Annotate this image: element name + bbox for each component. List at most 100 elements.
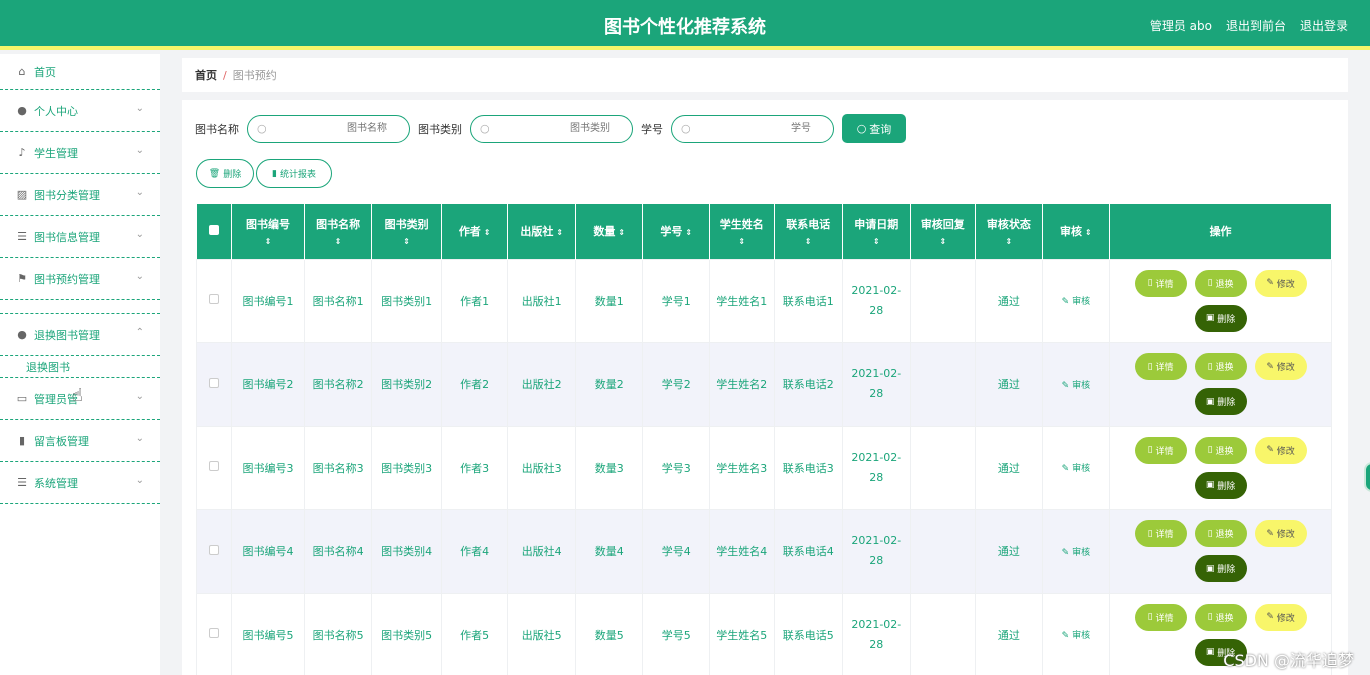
return-button[interactable]: ▯ 退换 (1194, 436, 1247, 464)
table-cell: 图书名称5 (303, 592, 373, 675)
delete-row-button[interactable]: ▣ 删除 (1194, 388, 1247, 416)
student-id-field[interactable]: ○ (671, 114, 834, 143)
audit-cell[interactable]: ✎ 审核 (1041, 258, 1111, 343)
col-header[interactable]: 审核回复 ⇕ (910, 204, 977, 259)
audit-cell[interactable]: ✎ 审核 (1041, 425, 1111, 510)
row-select-cell[interactable] (195, 592, 233, 675)
book-name-input[interactable] (248, 115, 409, 142)
select-all-header[interactable] (196, 204, 233, 259)
sort-icon[interactable]: ⇕ (685, 228, 692, 237)
row-select-cell[interactable] (195, 425, 233, 510)
sort-icon[interactable]: ⇕ (484, 228, 491, 237)
row-checkbox[interactable] (209, 544, 220, 555)
select-all-checkbox[interactable] (208, 224, 219, 235)
audit-link[interactable]: ✎ 审核 (1062, 631, 1090, 641)
edit-button[interactable]: ✎ 修改 (1254, 520, 1307, 548)
sort-icon[interactable]: ⇕ (911, 237, 976, 246)
col-header[interactable]: 图书编号 ⇕ (231, 204, 305, 259)
sort-icon[interactable]: ⇕ (556, 228, 563, 237)
delete-row-button[interactable]: ▣ 删除 (1194, 555, 1247, 583)
row-checkbox[interactable] (209, 461, 220, 472)
sidebar-item-book-reservation[interactable]: ⚑ 图书预约管理 ⌄ (0, 258, 160, 300)
row-select-cell[interactable] (195, 258, 233, 343)
edit-button[interactable]: ✎ 修改 (1254, 353, 1307, 381)
detail-button[interactable]: ▯ 详情 (1134, 269, 1187, 297)
book-name-field[interactable]: ○ (247, 114, 410, 143)
sort-icon[interactable]: ⇕ (1085, 228, 1092, 237)
sort-icon[interactable]: ⇕ (843, 237, 910, 246)
delete-row-button[interactable]: ▣ 删除 (1194, 304, 1247, 332)
breadcrumb-home[interactable]: 首页 (195, 67, 217, 83)
col-header[interactable]: 数量 ⇕ (575, 204, 644, 259)
admin-username[interactable]: 管理员 abo (1150, 17, 1212, 34)
table-cell: 出版社2 (507, 342, 576, 427)
book-type-input[interactable] (471, 115, 632, 142)
sort-icon[interactable]: ⇕ (775, 237, 843, 246)
col-header[interactable]: 申请日期 ⇕ (842, 204, 911, 259)
return-button[interactable]: ▯ 退换 (1194, 520, 1247, 548)
col-header[interactable]: 出版社 ⇕ (507, 204, 576, 259)
col-header[interactable]: 联系电话 ⇕ (774, 204, 844, 259)
row-select-cell[interactable] (195, 342, 233, 427)
student-id-input[interactable] (672, 115, 833, 142)
detail-button[interactable]: ▯ 详情 (1134, 603, 1187, 631)
col-header[interactable]: 图书名称 ⇕ (304, 204, 373, 259)
table-cell: 出版社4 (507, 509, 576, 594)
detail-button[interactable]: ▯ 详情 (1134, 353, 1187, 381)
edit-button[interactable]: ✎ 修改 (1254, 603, 1307, 631)
sidebar-item-book-category[interactable]: ▨ 图书分类管理 ⌄ (0, 174, 160, 216)
audit-link[interactable]: ✎ 审核 (1062, 381, 1090, 391)
return-button[interactable]: ▯ 退换 (1194, 269, 1247, 297)
row-checkbox[interactable] (209, 294, 220, 305)
header-label: 联系电话 (786, 218, 831, 232)
edit-button[interactable]: ✎ 修改 (1254, 269, 1307, 297)
row-select-cell[interactable] (195, 509, 233, 594)
col-header[interactable]: 审核 ⇕ (1042, 204, 1111, 259)
row-checkbox[interactable] (209, 377, 220, 388)
row-checkbox[interactable] (209, 628, 220, 639)
edit-button[interactable]: ✎ 修改 (1254, 436, 1307, 464)
col-header[interactable]: 学号 ⇕ (642, 204, 710, 259)
col-header[interactable]: 图书类别 ⇕ (371, 204, 442, 259)
audit-link[interactable]: ✎ 审核 (1062, 464, 1090, 474)
floating-edge-button[interactable] (1364, 462, 1370, 492)
report-button[interactable]: ▮ 统计报表 (256, 159, 332, 188)
sidebar-item-personal-center[interactable]: ● 个人中心 ⌄ (0, 90, 160, 132)
exit-to-frontend-link[interactable]: 退出到前台 (1226, 17, 1286, 34)
sidebar-subitem-return-books[interactable]: 退换图书 (0, 356, 160, 378)
chevron-down-icon: ⌄ (135, 271, 144, 282)
return-button[interactable]: ▯ 退换 (1194, 353, 1247, 381)
sidebar-item-student-management[interactable]: ♪ 学生管理 ⌄ (0, 132, 160, 174)
sort-icon[interactable]: ⇕ (305, 237, 372, 246)
logout-link[interactable]: 退出登录 (1300, 17, 1348, 34)
sort-icon[interactable]: ⇕ (618, 228, 625, 237)
sidebar-item-system-management[interactable]: ☰ 系统管理 ⌄ (0, 462, 160, 504)
audit-link[interactable]: ✎ 审核 (1062, 297, 1090, 307)
sidebar-item-label: 系统管理 (34, 476, 78, 490)
audit-cell[interactable]: ✎ 审核 (1041, 592, 1111, 675)
sidebar-item-return-books[interactable]: ● 退换图书管理 ⌃ (0, 314, 160, 356)
book-type-field[interactable]: ○ (470, 114, 633, 143)
collapsed-submenu-edge (0, 300, 160, 314)
sort-icon[interactable]: ⇕ (710, 237, 774, 246)
sort-icon[interactable]: ⇕ (372, 237, 441, 246)
detail-button[interactable]: ▯ 详情 (1134, 520, 1187, 548)
sidebar-item-book-info[interactable]: ☰ 图书信息管理 ⌄ (0, 216, 160, 258)
detail-button[interactable]: ▯ 详情 (1134, 436, 1187, 464)
col-header[interactable]: 审核状态 ⇕ (975, 204, 1043, 259)
return-button[interactable]: ▯ 退换 (1194, 603, 1247, 631)
audit-cell[interactable]: ✎ 审核 (1041, 509, 1111, 594)
student-id-label: 学号 (641, 122, 663, 136)
sidebar-item-message-board[interactable]: ▮ 留言板管理 ⌄ (0, 420, 160, 462)
delete-button[interactable]: 🗑 删除 (196, 159, 254, 188)
sidebar-item-home[interactable]: ⌂ 首页 (0, 54, 160, 90)
query-button[interactable]: ○ 查询 (842, 114, 906, 143)
sort-icon[interactable]: ⇕ (232, 237, 304, 246)
col-header[interactable]: 作者 ⇕ (441, 204, 509, 259)
col-header[interactable]: 学生姓名 ⇕ (709, 204, 775, 259)
delete-row-button[interactable]: ▣ 删除 (1194, 471, 1247, 499)
audit-cell[interactable]: ✎ 审核 (1041, 342, 1111, 427)
sort-icon[interactable]: ⇕ (976, 237, 1042, 246)
audit-link[interactable]: ✎ 审核 (1062, 548, 1090, 558)
cell-value: 联系电话1 (782, 294, 834, 308)
